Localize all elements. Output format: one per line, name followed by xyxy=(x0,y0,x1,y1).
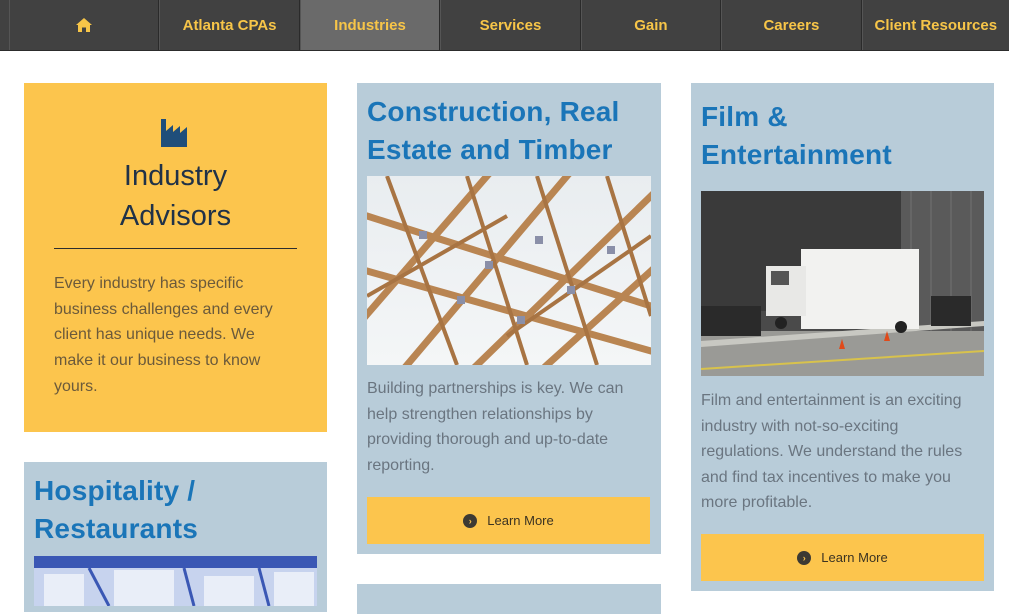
nav-industries[interactable]: Industries xyxy=(299,0,441,50)
film-text-line: industry with not-so-exciting xyxy=(701,417,899,435)
hospitality-photo xyxy=(34,556,317,606)
nav-gain[interactable]: Gain xyxy=(580,0,722,50)
film-text: Film and entertainment is an exciting in… xyxy=(701,388,991,516)
construction-title-line2: Estate and Timber xyxy=(367,134,613,165)
nav-home[interactable] xyxy=(9,0,160,50)
divider xyxy=(54,248,297,249)
home-icon xyxy=(76,18,93,32)
hospitality-title-line2: Restaurants xyxy=(34,513,199,544)
intro-text-line: business challenges and every xyxy=(54,300,273,318)
construction-title-line1: Construction, Real xyxy=(367,96,620,127)
construction-photo xyxy=(367,176,651,365)
film-text-line: more profitable. xyxy=(701,494,813,511)
film-text-line: and find tax incentives to make you xyxy=(701,468,951,486)
film-text-line: Film and entertainment is an exciting xyxy=(701,392,962,409)
nav-atlanta-cpas[interactable]: Atlanta CPAs xyxy=(159,0,300,50)
intro-text-line: Every industry has specific xyxy=(54,275,244,292)
intro-title-line2: Advisors xyxy=(119,200,232,232)
intro-text: Every industry has specific business cha… xyxy=(54,271,304,400)
nav-client-resources[interactable]: Client Resources xyxy=(861,0,1009,50)
intro-title-line1: Industry xyxy=(123,160,228,192)
main-nav: Atlanta CPAs Industries Services Gain Ca… xyxy=(0,0,1009,51)
chevron-right-icon: › xyxy=(797,550,812,565)
factory-icon xyxy=(161,119,187,147)
construction-learn-more-button[interactable]: › Learn More xyxy=(367,497,650,544)
button-label: Learn More xyxy=(487,513,554,528)
button-label: Learn More xyxy=(821,550,888,565)
intro-text-line: make it our business to know xyxy=(54,352,261,370)
film-photo xyxy=(701,191,984,376)
construction-text: Building partnerships is key. We can hel… xyxy=(367,376,657,478)
construction-text-line: Building partnerships is key. We can xyxy=(367,380,624,397)
chevron-right-icon: › xyxy=(463,513,478,528)
nav-careers[interactable]: Careers xyxy=(721,0,862,50)
construction-text-line: providing thorough and up-to-date xyxy=(367,431,609,448)
film-learn-more-button[interactable]: › Learn More xyxy=(701,534,984,581)
construction-title[interactable]: Construction, Real Estate and Timber xyxy=(367,93,657,169)
intro-text-line: yours. xyxy=(54,377,98,395)
film-title[interactable]: Film & Entertainment xyxy=(701,98,991,174)
hospitality-title[interactable]: Hospitality / Restaurants xyxy=(34,472,324,548)
next-industry-card xyxy=(357,584,661,614)
film-title-line1: Film & xyxy=(701,101,788,132)
hospitality-title-line1: Hospitality / xyxy=(34,475,196,506)
construction-text-line: reporting. xyxy=(367,456,435,474)
construction-text-line: help strengthen relationships by xyxy=(367,405,593,423)
nav-services[interactable]: Services xyxy=(440,0,581,50)
film-text-line: regulations. We understand the rules xyxy=(701,443,963,460)
film-title-line2: Entertainment xyxy=(701,139,892,170)
intro-text-line: client has unique needs. We xyxy=(54,326,255,344)
intro-title: Industry Advisors xyxy=(24,156,327,236)
